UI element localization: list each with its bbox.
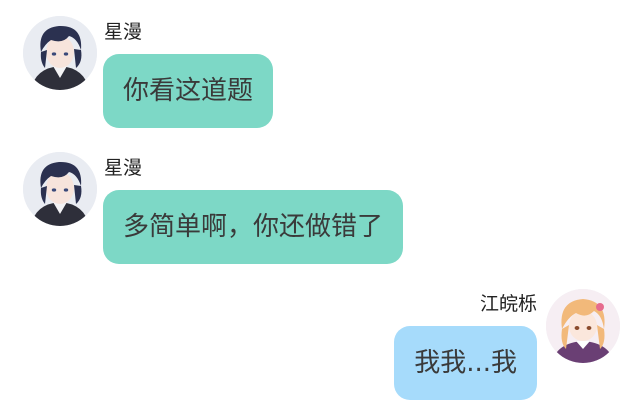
- chat-conversation: 星漫 你看这道题 星漫 多简单啊，你还做错了 江皖栎 我我...我: [0, 0, 640, 407]
- chat-message-right: 江皖栎 我我...我: [0, 0, 640, 407]
- avatar-girl-icon[interactable]: [546, 289, 620, 363]
- sender-name: 江皖栎: [479, 293, 537, 315]
- message-bubble[interactable]: 我我...我: [394, 326, 537, 400]
